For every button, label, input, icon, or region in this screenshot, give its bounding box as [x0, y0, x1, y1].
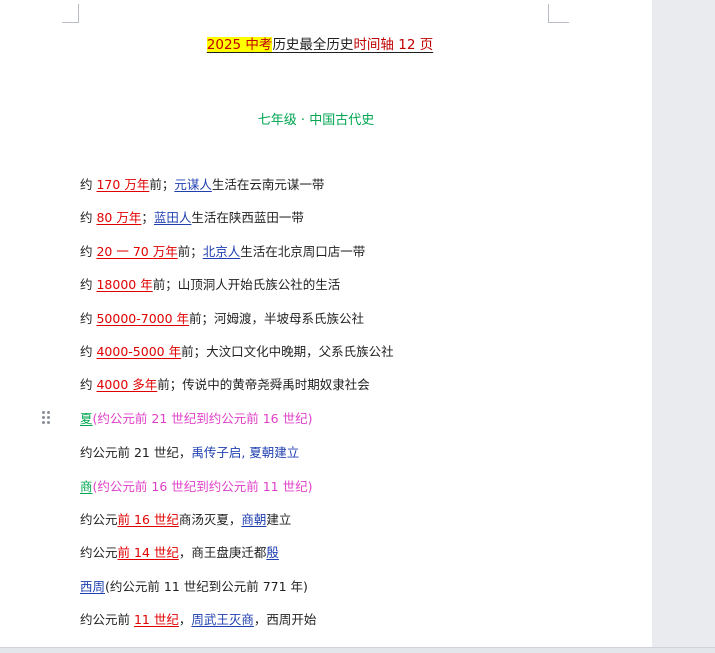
dynasty-name[interactable]: 西周 — [80, 579, 105, 594]
dynasty-heading-xizhou: 西周(约公元前 11 世纪到公元前 771 年) — [80, 579, 308, 595]
date-text: 4000 多年 — [96, 377, 158, 392]
dynasty-range: (约公元前 16 世纪到约公元前 11 世纪) — [92, 479, 313, 494]
title-suffix: 时间轴 12 页 — [353, 37, 434, 53]
document-page[interactable]: 2025 中考历史最全历史时间轴 12 页 七年级 · 中国古代史 约 170 … — [0, 0, 652, 653]
date-text: 前 16 世纪 — [117, 512, 179, 527]
date-text: 20 一 70 万年 — [96, 244, 178, 259]
dynasty-heading-shang: 商(约公元前 16 世纪到约公元前 11 世纪) — [80, 479, 312, 495]
name-link[interactable]: 北京人 — [203, 244, 241, 259]
title-highlight: 2025 中考 — [206, 37, 273, 53]
timeline-line: 约 170 万年前；元谋人生活在云南元谋一带 — [80, 177, 325, 192]
timeline-line: 约 50000-7000 年前；河姆渡，半坡母系氏族公社 — [80, 311, 365, 326]
date-text: 前 14 世纪 — [117, 545, 179, 560]
document-title: 2025 中考历史最全历史时间轴 12 页 — [0, 33, 640, 53]
date-text: 11 世纪 — [133, 612, 179, 627]
title-main: 历史最全历史 — [272, 37, 354, 53]
event-text: 禹传子启, 夏朝建立 — [191, 445, 300, 460]
timeline-line: 约公元前 16 世纪商汤灭夏，商朝建立 — [80, 512, 292, 527]
timeline-line: 约公元前 21 世纪，禹传子启, 夏朝建立 — [80, 445, 300, 460]
timeline-line: 约 20 一 70 万年前；北京人生活在北京周口店一带 — [80, 244, 366, 259]
bottom-scroll-edge[interactable] — [0, 647, 715, 653]
name-link[interactable]: 元谋人 — [174, 177, 212, 192]
date-text: 18000 年 — [96, 277, 153, 292]
page-corner-mark-left — [62, 4, 79, 23]
timeline-line: 约 80 万年；蓝田人生活在陕西蓝田一带 — [80, 210, 304, 225]
date-text: 170 万年 — [96, 177, 150, 192]
dynasty-range: (约公元前 21 世纪到约公元前 16 世纪) — [92, 411, 313, 426]
name-link[interactable]: 蓝田人 — [154, 210, 192, 225]
dynasty-name[interactable]: 夏 — [80, 411, 93, 426]
paragraph-drag-handle-icon[interactable] — [42, 410, 52, 426]
timeline-line: 约 18000 年前；山顶洞人开始氏族公社的生活 — [80, 277, 341, 292]
date-text: 50000-7000 年 — [96, 311, 190, 326]
timeline-line: 约公元前 11 世纪，周武王灭商，西周开始 — [80, 612, 317, 627]
dynasty-range: (约公元前 11 世纪到公元前 771 年) — [105, 579, 308, 594]
timeline-line: 约 4000-5000 年前；大汶口文化中晚期，父系氏族公社 — [80, 344, 394, 359]
section-heading: 七年级 · 中国古代史 — [257, 113, 375, 128]
date-text: 80 万年 — [96, 210, 142, 225]
timeline-line: 约 4000 多年前；传说中的黄帝尧舜禹时期奴隶社会 — [80, 377, 370, 392]
name-link[interactable]: 商朝 — [241, 512, 266, 527]
document-viewport: 2025 中考历史最全历史时间轴 12 页 七年级 · 中国古代史 约 170 … — [0, 0, 715, 653]
page-right-gutter — [652, 0, 715, 653]
page-corner-mark-right — [548, 4, 569, 23]
name-link[interactable]: 殷 — [266, 545, 279, 560]
date-text: 4000-5000 年 — [96, 344, 182, 359]
name-link[interactable]: 周武王灭商 — [191, 612, 254, 627]
dynasty-heading-xia: 夏(约公元前 21 世纪到约公元前 16 世纪) — [80, 411, 312, 427]
timeline-line: 约公元前 14 世纪，商王盘庚迁都殷 — [80, 545, 279, 560]
dynasty-name[interactable]: 商 — [80, 479, 93, 494]
